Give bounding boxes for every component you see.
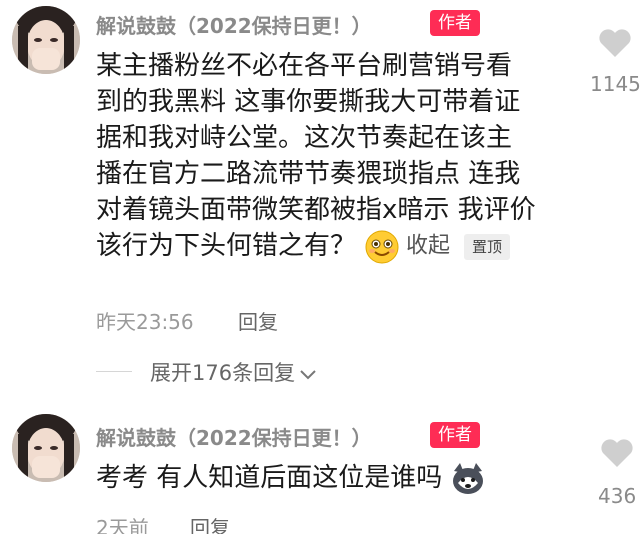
comment-line: 该行为下头何错之有？ — [96, 231, 357, 261]
expand-replies-label: 展开176条回复 — [150, 361, 296, 385]
avatar-photo-icon — [12, 414, 80, 482]
comment-body: 某主播粉丝不必在各平台刷营销号看 到的我黑料 这事你要撕我大可带着证 据和我对峙… — [96, 48, 536, 265]
heart-like-icon[interactable] — [598, 28, 632, 58]
avatar-photo-icon — [12, 6, 80, 74]
comment-line: 对着镜头面带微笑都被指x暗示 我评价 — [96, 195, 536, 225]
expand-replies-button[interactable]: 展开176条回复 — [150, 357, 317, 387]
heart-like-icon[interactable] — [600, 438, 634, 468]
comment-timestamp: 昨天23:56 — [96, 310, 194, 334]
smiling-face-emoji-icon — [365, 230, 399, 263]
comment-body: 考考 有人知道后面这位是谁吗 — [96, 460, 492, 497]
reply-button[interactable]: 回复 — [238, 306, 278, 335]
collapse-link[interactable]: 收起 — [406, 234, 450, 259]
chevron-down-icon — [300, 370, 316, 380]
author-name[interactable]: 解说鼓鼓（2022保持日更！） — [96, 422, 372, 451]
comment-line: 考考 有人知道后面这位是谁吗 — [96, 463, 443, 493]
comment-line: 据和我对峙公堂。这次节奏起在该主 — [96, 123, 513, 153]
author-badge: 作者 — [430, 422, 480, 448]
like-count: 436 — [598, 484, 637, 508]
reply-button[interactable]: 回复 — [190, 512, 230, 534]
author-avatar[interactable] — [12, 414, 80, 482]
author-avatar[interactable] — [12, 6, 80, 74]
comment-line: 某主播粉丝不必在各平台刷营销号看 — [96, 51, 513, 81]
divider-line — [96, 371, 132, 372]
comment-timestamp: 2天前 — [96, 516, 149, 534]
like-count: 1145 — [590, 72, 640, 96]
author-name[interactable]: 解说鼓鼓（2022保持日更！） — [96, 10, 372, 39]
author-badge: 作者 — [430, 10, 480, 36]
comment-line-last: 该行为下头何错之有？ 收起 置顶 — [96, 228, 536, 265]
husky-dog-emoji-icon — [453, 462, 484, 494]
comment-line: 到的我黑料 这事你要撕我大可带着证 — [96, 87, 521, 117]
comment-feed: 解说鼓鼓（2022保持日更！） 作者 某主播粉丝不必在各平台刷营销号看 到的我黑… — [0, 0, 640, 534]
comment-line: 播在官方二路流带节奏猥琐指点 连我 — [96, 159, 521, 189]
pinned-badge: 置顶 — [464, 233, 511, 260]
